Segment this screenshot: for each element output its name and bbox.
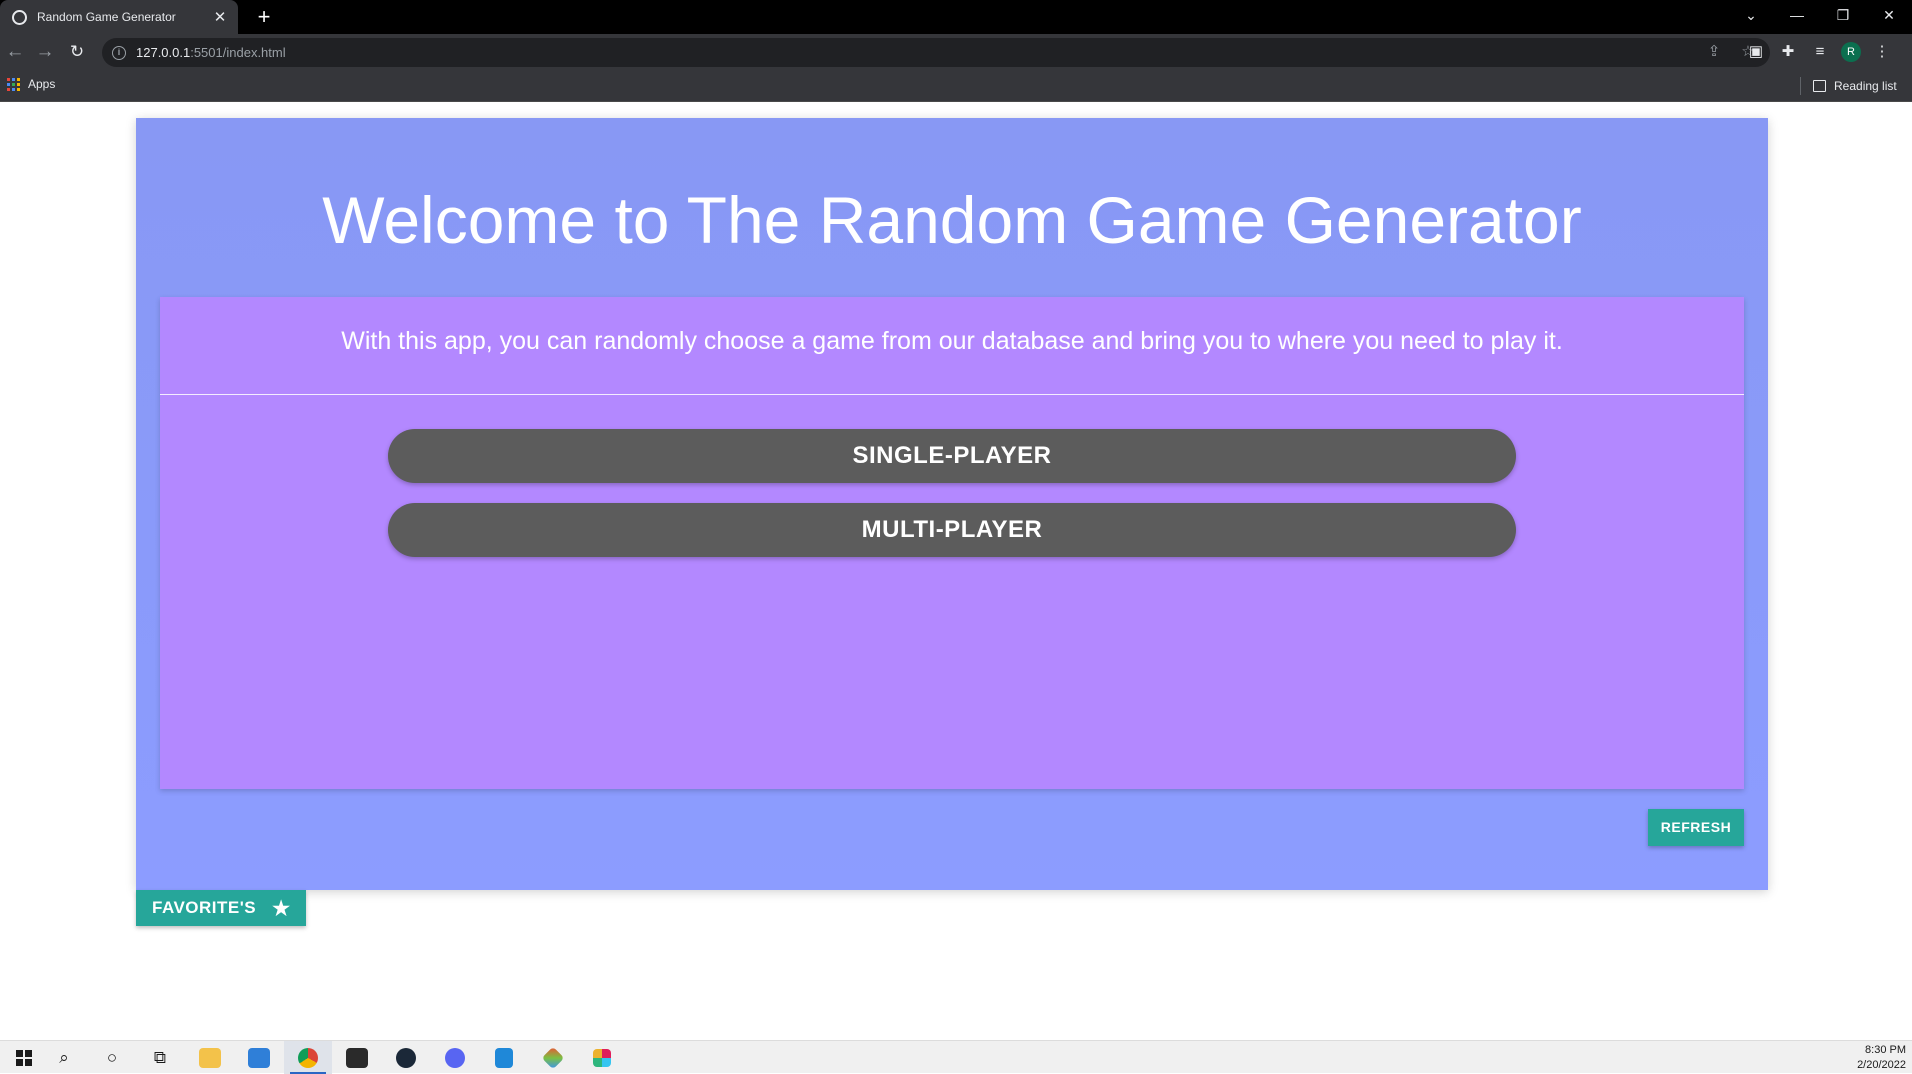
discord-button[interactable]: [431, 1041, 479, 1074]
steam-button[interactable]: [382, 1041, 430, 1074]
divider: [160, 394, 1744, 395]
clock-time: 8:30 PM: [1865, 1044, 1906, 1056]
reload-icon[interactable]: ↻: [65, 40, 89, 64]
mail-icon: [248, 1047, 270, 1068]
tab-search-button[interactable]: ⌄: [1728, 0, 1774, 34]
reading-list-label: Reading list: [1834, 79, 1897, 93]
cortana-circle-icon: ○: [106, 1047, 118, 1067]
search-icon: ⌕: [59, 1047, 69, 1067]
system-clock[interactable]: 8:30 PM 2/20/2022: [1857, 1043, 1906, 1073]
diamond-icon: [541, 1046, 565, 1069]
chrome-icon: [298, 1047, 318, 1068]
close-window-button[interactable]: ✕: [1866, 0, 1912, 34]
share-icon[interactable]: ⇪: [1704, 42, 1724, 62]
epic-games-button[interactable]: [333, 1041, 381, 1074]
game-panel: With this app, you can randomly choose a…: [160, 297, 1744, 789]
discord-icon: [445, 1047, 465, 1068]
slack-button[interactable]: [578, 1041, 626, 1074]
page-title: Welcome to The Random Game Generator: [322, 183, 1582, 257]
main-card: Welcome to The Random Game Generator Wit…: [136, 118, 1768, 890]
browser-tab-strip: Random Game Generator ✕ + ⌄ — ❐ ✕: [0, 0, 1912, 34]
bookmarks-bar: Apps Reading list: [0, 70, 1912, 102]
apps-label: Apps: [28, 77, 56, 91]
chrome-button[interactable]: [284, 1041, 332, 1074]
profile-avatar[interactable]: R: [1841, 42, 1861, 62]
forward-arrow-icon[interactable]: →: [33, 40, 57, 64]
windows-logo-icon: [16, 1049, 32, 1066]
single-player-button[interactable]: SINGLE-PLAYER: [388, 429, 1516, 483]
cortana-button[interactable]: ○: [88, 1041, 136, 1074]
reading-list-button[interactable]: Reading list: [1800, 77, 1897, 95]
address-bar[interactable]: i 127.0.0.1:5501/index.html ⇪ ☆: [102, 38, 1770, 67]
file-explorer-button[interactable]: [186, 1041, 234, 1074]
reading-list-icon: [1813, 80, 1826, 92]
epic-games-icon: [346, 1047, 368, 1068]
browser-tab[interactable]: Random Game Generator ✕: [0, 0, 238, 34]
puzzle-icon[interactable]: ✚: [1777, 40, 1799, 64]
multi-player-button[interactable]: MULTI-PLAYER: [388, 503, 1516, 557]
page-viewport: Welcome to The Random Game Generator Wit…: [0, 102, 1912, 1040]
apps-grid-icon: [7, 77, 20, 91]
url-path: :5501/index.html: [190, 45, 286, 60]
app-description: With this app, you can randomly choose a…: [341, 327, 1563, 355]
clock-date: 2/20/2022: [1857, 1059, 1906, 1071]
folder-icon: [199, 1047, 221, 1068]
favorites-label: FAVORITE'S: [152, 898, 257, 917]
task-view-icon: ⧉: [153, 1047, 167, 1067]
browser-toolbar: ← → ↻ i 127.0.0.1:5501/index.html ⇪ ☆ ▣ …: [0, 34, 1912, 70]
star-icon: ★: [272, 897, 291, 920]
restore-button[interactable]: ❐: [1820, 0, 1866, 34]
tab-title: Random Game Generator: [37, 10, 176, 24]
taskbar: ⌕ ○ ⧉ 8:30 PM 2/20/2022: [0, 1040, 1912, 1074]
vscode-icon: [495, 1047, 513, 1068]
slack-icon: [593, 1048, 611, 1067]
refresh-button[interactable]: REFRESH: [1648, 809, 1744, 846]
mail-button[interactable]: [235, 1041, 283, 1074]
new-tab-button[interactable]: +: [252, 5, 276, 29]
apps-bookmark[interactable]: Apps: [7, 77, 55, 91]
favorites-button[interactable]: FAVORITE'S ★: [136, 890, 306, 926]
extension-icon[interactable]: ▣: [1745, 40, 1767, 64]
url-host: 127.0.0.1: [136, 45, 191, 60]
kebab-menu-icon[interactable]: ⋮: [1871, 40, 1893, 64]
globe-icon: [12, 9, 27, 25]
search-button[interactable]: ⌕: [40, 1041, 88, 1074]
minimize-button[interactable]: —: [1774, 0, 1820, 34]
site-info-icon[interactable]: i: [112, 45, 126, 60]
tab-close-icon[interactable]: ✕: [210, 8, 230, 26]
git-kraken-button[interactable]: [529, 1041, 577, 1074]
back-arrow-icon[interactable]: ←: [3, 40, 27, 64]
media-control-icon[interactable]: ≡: [1809, 40, 1831, 64]
task-view-button[interactable]: ⧉: [136, 1041, 184, 1074]
steam-icon: [396, 1047, 416, 1068]
vscode-button[interactable]: [480, 1041, 528, 1074]
